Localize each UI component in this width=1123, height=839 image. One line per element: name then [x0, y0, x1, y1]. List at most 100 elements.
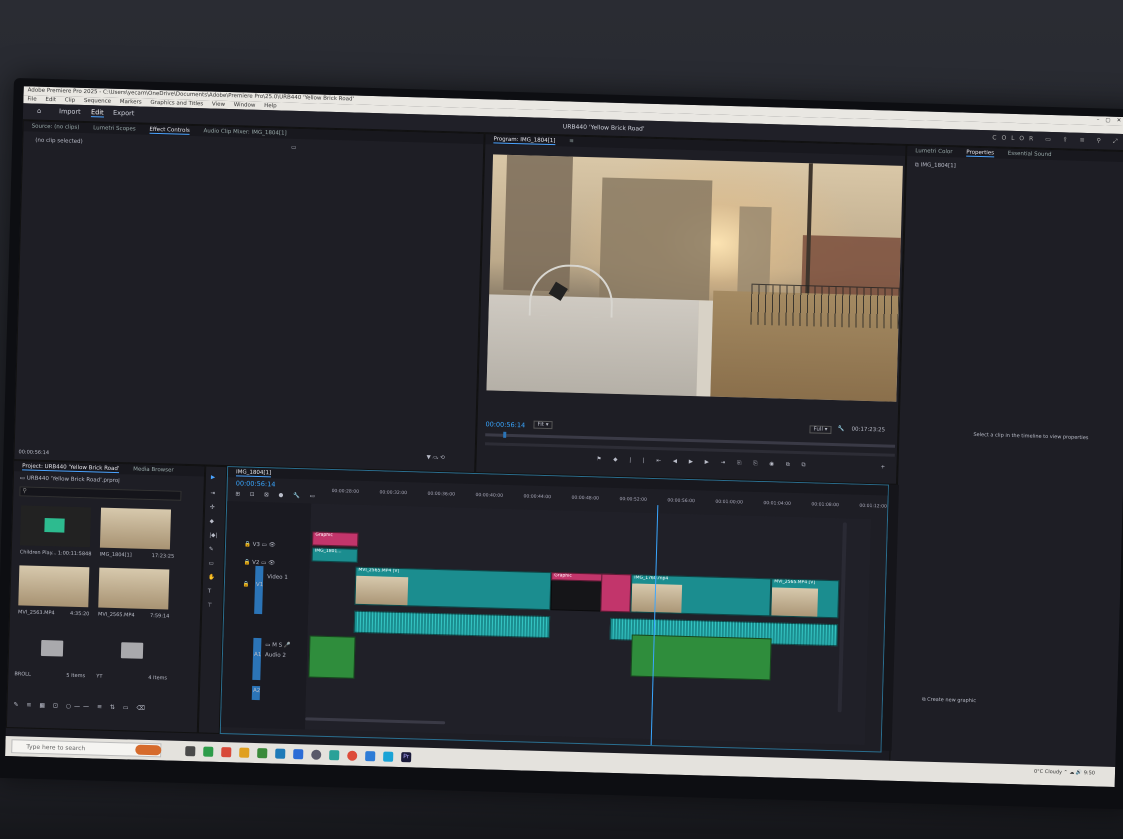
clip-thumbnail: [355, 575, 409, 608]
create-graphic-button[interactable]: ⧉ Create new graphic: [922, 697, 976, 705]
chrome-icon[interactable]: [347, 750, 358, 761]
track-headers: 🔒 V3 ▭ 👁 🔒 V2 ▭ 👁 V1 Video 1 🔒 A1 Audio …: [220, 501, 312, 730]
project-item-mvi2563-thumb[interactable]: [18, 565, 90, 608]
task-view-icon[interactable]: [185, 746, 196, 757]
home-icon[interactable]: ⌂: [37, 107, 41, 115]
workspace-import[interactable]: Import: [59, 107, 81, 116]
v1-source-patch[interactable]: [254, 565, 264, 615]
playhead-marker[interactable]: [503, 431, 507, 438]
mvi-clip-2[interactable]: MVI_2565.MP4 [V]: [770, 578, 840, 619]
ripple-edit-icon[interactable]: ✣: [210, 505, 215, 511]
tab-audio-clip-mixer[interactable]: Audio Clip Mixer: IMG_1804[1]: [203, 128, 286, 136]
effect-controls-timecode: 00:00:56:14: [18, 449, 50, 457]
mvi-clip[interactable]: MVI_2565.MP4 [V]: [354, 566, 552, 611]
selection-tool-icon[interactable]: ▶: [211, 475, 215, 481]
menu-clip[interactable]: Clip: [65, 97, 76, 103]
rectangle-tool-icon[interactable]: ▭: [208, 561, 213, 567]
menu-markers[interactable]: Markers: [120, 99, 142, 106]
app-icon-5[interactable]: [329, 750, 340, 761]
project-item-img-thumb[interactable]: [99, 507, 172, 550]
audio-clip-a1[interactable]: [353, 610, 551, 639]
premiere-pro-icon[interactable]: Pr: [401, 752, 412, 763]
razor-tool-icon[interactable]: ◆: [210, 519, 214, 525]
tab-effect-controls[interactable]: Effect Controls: [149, 126, 190, 135]
xbox-icon[interactable]: [203, 746, 214, 757]
app-icon-2[interactable]: [257, 748, 268, 759]
wrench-icon[interactable]: 🔧: [837, 426, 844, 432]
transport-controls[interactable]: ⚑ ◆ | | ⇤ ◀ ▶ ▶ ⇥ ⎘ ⎘ ◉ ⧉ ⧉: [596, 456, 810, 469]
menu-view[interactable]: View: [212, 102, 225, 108]
ruler-tick: 00:00:36:00: [427, 491, 456, 498]
color-workspace-label[interactable]: COLOR: [992, 134, 1038, 142]
tab-properties[interactable]: Properties: [966, 149, 995, 158]
monitor: Adobe Premiere Pro 2025 - C:\Users\yecam…: [0, 78, 1123, 810]
workspace-edit[interactable]: Edit: [90, 108, 104, 118]
folder-icon-broll[interactable]: [40, 639, 64, 657]
search-highlight-icon[interactable]: [135, 744, 162, 756]
menu-help[interactable]: Help: [264, 103, 277, 109]
file-explorer-icon[interactable]: [239, 747, 250, 758]
filter-icon[interactable]: ▼ ⤼ ⟲: [426, 455, 444, 463]
app-icon-6[interactable]: [365, 751, 376, 762]
graphic-clip-1[interactable]: Graphic: [312, 531, 359, 547]
tab-sequence[interactable]: IMG_1804[1]: [235, 469, 272, 478]
timeline-tools[interactable]: ⊞ ⊡ ⊠ ● 🔧 ▭: [235, 491, 319, 499]
menu-window[interactable]: Window: [234, 102, 256, 109]
tab-source[interactable]: Source: (no clips): [32, 124, 80, 131]
hand-tool-icon[interactable]: ✋: [208, 575, 215, 581]
menu-edit[interactable]: Edit: [45, 97, 56, 103]
app-icon-7[interactable]: [383, 751, 394, 762]
menu-sequence[interactable]: Sequence: [84, 98, 111, 105]
workspace-export[interactable]: Export: [113, 109, 134, 118]
slip-tool-icon[interactable]: |◆|: [209, 533, 217, 539]
project-item-mvi2565-thumb[interactable]: [98, 567, 170, 610]
no-clip-label: (no clip selected): [35, 137, 83, 145]
tab-essential-sound[interactable]: Essential Sound: [1008, 151, 1052, 158]
add-button-icon[interactable]: +: [880, 464, 885, 470]
tab-project[interactable]: Project: URB440 'Yellow Brick Road': [22, 463, 120, 474]
edge-icon[interactable]: [293, 749, 304, 760]
project-item-name-3: MVI_2563.MP4: [17, 609, 55, 617]
app-icon-3[interactable]: [275, 748, 286, 759]
system-tray[interactable]: 0°C Cloudy ⌃ ☁ 🔊 9:50: [1034, 769, 1095, 777]
project-toolbar[interactable]: ✎ ≡ ▦ ⊡ ○—— ≡ ⇅ ▭ ⌫: [13, 701, 148, 712]
tracks-area[interactable]: Graphic IMG_1801... MVI_2565.MP4 [V] Gra…: [304, 503, 872, 746]
a1-source-patch[interactable]: [252, 637, 262, 681]
track-v3-controls[interactable]: 🔒 V3 ▭ 👁: [244, 542, 276, 549]
img-clip-1[interactable]: IMG_1801...: [311, 547, 358, 563]
fit-dropdown[interactable]: Fit ▾: [533, 420, 553, 430]
track-v1-name: Video 1: [267, 574, 288, 581]
quality-dropdown[interactable]: Full ▾: [809, 425, 832, 434]
header-icons[interactable]: COLOR ▭ ⇪ ≡ ⚲ ⤢: [992, 134, 1123, 146]
graphic-clip-2b[interactable]: [600, 573, 632, 613]
bin-count-yt: 4 Items: [148, 674, 168, 682]
img-clip-2[interactable]: IMG_1760.mp4: [630, 574, 772, 617]
quality-value: Full: [813, 426, 823, 433]
audio-clip-a2[interactable]: [308, 635, 356, 679]
menu-file[interactable]: File: [27, 96, 36, 102]
tab-lumetri-scopes[interactable]: Lumetri Scopes: [93, 125, 136, 132]
tab-lumetri-color[interactable]: Lumetri Color: [915, 148, 952, 155]
create-graphic-label: Create new graphic: [927, 696, 977, 705]
program-video-frame[interactable]: [486, 154, 903, 402]
track-select-icon[interactable]: ⇥: [210, 491, 215, 497]
program-menu-icon[interactable]: ≡: [569, 139, 574, 145]
folder-icon-yt[interactable]: [120, 642, 144, 659]
project-search-input[interactable]: ⚲: [19, 486, 182, 501]
vertical-scrollbar[interactable]: [837, 522, 847, 713]
app-icon-1[interactable]: [221, 747, 232, 758]
app-icon-4[interactable]: [311, 749, 322, 760]
tab-media-browser[interactable]: Media Browser: [133, 466, 174, 473]
clock-label: 9:50: [1083, 770, 1096, 777]
pen-tool-icon[interactable]: ✎: [209, 547, 214, 553]
horizontal-scrollbar[interactable]: [305, 717, 446, 725]
project-item-dur-2: 17:23:25: [151, 553, 175, 560]
audio-track-controls[interactable]: ▭ M S 🎤: [265, 642, 291, 649]
caption-tool-icon[interactable]: ⊤: [207, 603, 212, 609]
tab-program[interactable]: Program: IMG_1804[1]: [493, 136, 556, 146]
lock-icon[interactable]: 🔒: [243, 582, 250, 588]
panel-menu-icon[interactable]: ▭: [291, 145, 296, 151]
project-item-audio-thumb[interactable]: [19, 505, 92, 548]
ruler-tick: 00:00:28:00: [331, 489, 360, 495]
type-tool-icon[interactable]: T: [208, 589, 212, 595]
